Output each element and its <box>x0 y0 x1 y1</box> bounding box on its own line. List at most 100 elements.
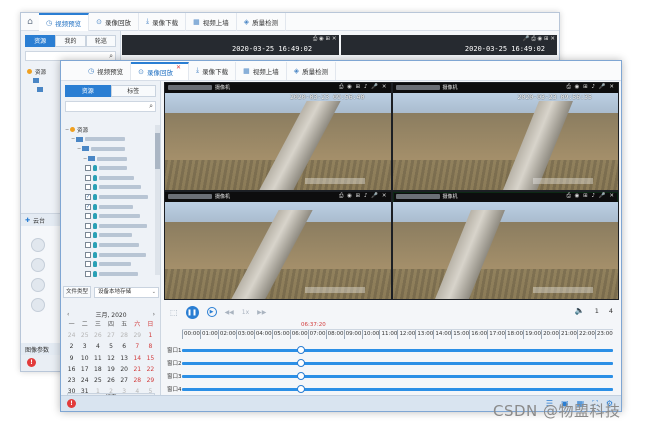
calendar-day[interactable]: 28 <box>131 376 144 386</box>
slow-down-icon[interactable]: ◀◀ <box>225 309 234 316</box>
camera-list-item[interactable] <box>61 211 161 221</box>
timeline-handle[interactable] <box>296 346 305 354</box>
calendar-day[interactable]: 15 <box>144 354 157 364</box>
bg-subtab-mine[interactable]: 我的 <box>55 35 86 47</box>
video-toolbar-icons[interactable]: 🎤 ⎙ ◉ ⊞ ✕ <box>523 36 555 43</box>
calendar-day[interactable]: 3 <box>78 342 91 352</box>
timeline-track[interactable] <box>182 388 613 391</box>
calendar-day[interactable]: 13 <box>118 354 131 364</box>
calendar-day[interactable]: 20 <box>118 365 131 375</box>
prev-month-icon[interactable]: ‹ <box>67 311 69 318</box>
video-cell[interactable]: 摄像机 ⎙ ◉ ⊞ ♪ 🎤 ✕ <box>392 192 618 299</box>
timeline-row[interactable]: 窗口3 <box>167 371 613 381</box>
tab-download[interactable]: ⤓ 录像下载 <box>189 61 237 80</box>
camera-checkbox[interactable]: ✓ <box>85 193 91 200</box>
tree-scrollbar[interactable] <box>155 125 160 275</box>
ptz-button[interactable] <box>31 278 45 292</box>
timeline-handle[interactable] <box>296 385 305 393</box>
video-toolbar-icons[interactable]: ⎙ ◉ ⊞ ♪ 🎤 ✕ <box>339 84 388 91</box>
camera-list-item[interactable] <box>61 250 161 260</box>
bg-tab-quality[interactable]: ◈ 质量检测 <box>237 13 287 31</box>
bg-tab-playback[interactable]: ⊙ 录像回放 <box>89 13 139 31</box>
timeline-handle[interactable] <box>296 372 305 380</box>
camera-checkbox[interactable] <box>85 213 91 220</box>
calendar-day[interactable]: 24 <box>65 331 78 341</box>
storage-select[interactable]: 设备本地存储 ⌄ <box>94 286 159 298</box>
resource-search-input[interactable]: ⌕ <box>65 101 156 112</box>
calendar-day[interactable]: 14 <box>131 354 144 364</box>
camera-checkbox[interactable] <box>85 251 91 258</box>
calendar-day[interactable]: 28 <box>118 331 131 341</box>
video-cell[interactable]: 摄像机 ⎙ ◉ ⊞ ♪ 🎤 ✕ 2020-03-23 09:56:40 <box>165 83 391 190</box>
calendar-day[interactable]: 1 <box>144 331 157 341</box>
tree-root[interactable]: − 资源 <box>61 125 161 135</box>
alert-icon[interactable]: ! <box>27 358 36 367</box>
video-toolbar-icons[interactable]: ⎙ ◉ ⊞ ♪ 🎤 ✕ <box>566 193 615 200</box>
camera-checkbox[interactable] <box>85 222 91 229</box>
camera-checkbox[interactable] <box>85 270 91 277</box>
play-button[interactable]: ▶ <box>206 307 217 317</box>
timeline-track[interactable] <box>182 349 613 352</box>
calendar-day[interactable]: 19 <box>104 365 117 375</box>
timeline-row[interactable]: 窗口1 <box>167 345 613 355</box>
pause-button[interactable]: ❚❚ <box>185 305 199 319</box>
tree-node[interactable]: − <box>61 135 161 145</box>
subtab-resources[interactable]: 资源 <box>65 85 111 97</box>
bg-subtab-resources[interactable]: 资源 <box>25 35 56 47</box>
camera-list-item[interactable] <box>61 163 161 173</box>
calendar-day[interactable]: 6 <box>118 342 131 352</box>
camera-checkbox[interactable]: ✓ <box>85 203 91 210</box>
alert-icon[interactable]: ! <box>67 399 76 408</box>
bg-tab-download[interactable]: ⤓ 录像下载 <box>139 13 187 31</box>
ptz-button[interactable] <box>31 258 45 272</box>
camera-checkbox[interactable] <box>85 261 91 268</box>
bg-video-cell[interactable]: 2020-03-25 16:49:02 🎤 ⎙ ◉ ⊞ ✕ <box>340 35 557 55</box>
calendar-day[interactable]: 4 <box>91 342 104 352</box>
calendar-day[interactable]: 12 <box>104 354 117 364</box>
next-month-icon[interactable]: › <box>153 311 155 318</box>
file-type-button[interactable]: 文件类型 <box>63 286 92 298</box>
camera-list-item[interactable] <box>61 231 161 241</box>
video-toolbar-icons[interactable]: ⎙ ◉ ⊞ ✕ <box>313 36 337 43</box>
camera-checkbox[interactable] <box>85 232 91 239</box>
bg-subtab-patrol[interactable]: 轮巡 <box>85 35 116 47</box>
camera-list-item[interactable] <box>61 240 161 250</box>
bg-tab-videowall[interactable]: ▦ 视频上墙 <box>186 13 237 31</box>
timeline-row[interactable]: 窗口4 <box>167 384 613 394</box>
calendar-day[interactable]: 18 <box>91 365 104 375</box>
home-icon[interactable]: ⌂ <box>21 13 39 31</box>
camera-list-item[interactable]: ✓ <box>61 192 161 202</box>
subtab-tags[interactable]: 标签 <box>110 85 156 97</box>
camera-list-item[interactable]: ✓ <box>61 202 161 212</box>
video-toolbar-icons[interactable]: ⎙ ◉ ⊞ ♪ 🎤 ✕ <box>566 84 615 91</box>
camera-list-item[interactable] <box>61 221 161 231</box>
calendar-day[interactable]: 21 <box>131 365 144 375</box>
calendar-day[interactable]: 2 <box>65 342 78 352</box>
screenshot-icon[interactable]: ⬚ <box>170 308 178 317</box>
close-icon[interactable]: ✕ <box>176 64 181 71</box>
calendar-day[interactable]: 9 <box>65 354 78 364</box>
calendar-day[interactable]: 16 <box>65 365 78 375</box>
timeline-row[interactable]: 窗口2 <box>167 358 613 368</box>
camera-list-item[interactable] <box>61 269 161 279</box>
camera-checkbox[interactable] <box>85 241 91 248</box>
calendar-day[interactable]: 27 <box>118 376 131 386</box>
video-cell[interactable]: 摄像机 ⎙ ◉ ⊞ ♪ 🎤 ✕ 2020-03-23 09:56:35 <box>392 83 618 190</box>
tab-videowall[interactable]: ▦ 视频上墙 <box>236 61 287 80</box>
playback-window[interactable]: ◷ 视频预览 ⊙ 录像回放 ✕ ⤓ 录像下载 ▦ 视频上墙 ◈ 质量检测 资源 … <box>60 60 622 412</box>
tab-quality[interactable]: ◈ 质量检测 <box>287 61 337 80</box>
calendar-day[interactable]: 5 <box>104 342 117 352</box>
calendar-day[interactable]: 26 <box>91 331 104 341</box>
calendar-day[interactable]: 10 <box>78 354 91 364</box>
video-toolbar-icons[interactable]: ⎙ ◉ ⊞ ♪ 🎤 ✕ <box>339 193 388 200</box>
camera-checkbox[interactable] <box>85 174 91 181</box>
camera-list-item[interactable] <box>61 259 161 269</box>
video-cell[interactable]: 摄像机 ⎙ ◉ ⊞ ♪ 🎤 ✕ <box>165 192 391 299</box>
camera-checkbox[interactable] <box>85 184 91 191</box>
ptz-button[interactable] <box>31 238 45 252</box>
search-icon[interactable]: ⌕ <box>149 102 153 111</box>
tree-node[interactable]: − <box>61 154 161 164</box>
page-total[interactable]: 4 <box>609 307 613 315</box>
page-current[interactable]: 1 <box>595 307 599 315</box>
calendar-day[interactable]: 26 <box>104 376 117 386</box>
